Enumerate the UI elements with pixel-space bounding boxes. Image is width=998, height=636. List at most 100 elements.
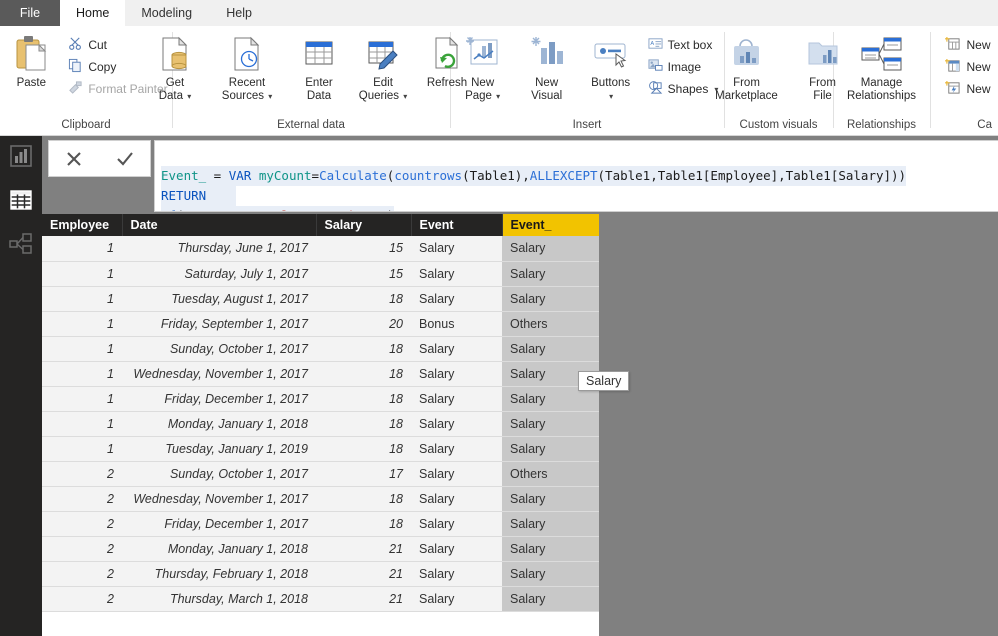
cell-event_[interactable]: Salary bbox=[502, 261, 599, 287]
cell-event[interactable]: Salary bbox=[411, 261, 502, 287]
cell-event_[interactable]: Salary bbox=[502, 511, 599, 537]
tab-home[interactable]: Home bbox=[60, 0, 126, 26]
cell-event[interactable]: Salary bbox=[411, 536, 502, 562]
cell-salary[interactable]: 18 bbox=[316, 486, 411, 512]
sidebar-item-data-view[interactable] bbox=[0, 180, 42, 224]
cell-employee[interactable]: 1 bbox=[42, 386, 122, 412]
recent-sources-button[interactable]: Recent Sources ▾ bbox=[208, 31, 286, 103]
cell-date[interactable]: Friday, December 1, 2017 bbox=[122, 386, 316, 412]
cell-employee[interactable]: 1 bbox=[42, 436, 122, 462]
cell-event[interactable]: Salary bbox=[411, 586, 502, 612]
cell-salary[interactable]: 20 bbox=[316, 311, 411, 337]
cell-date[interactable]: Thursday, March 1, 2018 bbox=[122, 586, 316, 612]
cell-event[interactable]: Salary bbox=[411, 386, 502, 412]
cell-event_[interactable]: Salary bbox=[502, 536, 599, 562]
cell-event[interactable]: Salary bbox=[411, 286, 502, 312]
new-measure-button[interactable]: New bbox=[941, 34, 994, 56]
cell-date[interactable]: Wednesday, November 1, 2017 bbox=[122, 361, 316, 387]
cell-event_[interactable]: Salary bbox=[502, 286, 599, 312]
cell-date[interactable]: Sunday, October 1, 2017 bbox=[122, 461, 316, 487]
table-row[interactable]: 2 Sunday, October 1, 2017 17 Salary Others bbox=[42, 461, 599, 487]
get-data-button[interactable]: Get Data ▾ bbox=[144, 31, 206, 103]
cell-salary[interactable]: 18 bbox=[316, 361, 411, 387]
cell-date[interactable]: Monday, January 1, 2018 bbox=[122, 411, 316, 437]
cell-event[interactable]: Salary bbox=[411, 436, 502, 462]
new-column-button[interactable]: New bbox=[941, 56, 994, 78]
cell-employee[interactable]: 1 bbox=[42, 286, 122, 312]
cell-employee[interactable]: 2 bbox=[42, 461, 122, 487]
cell-event_[interactable]: Others bbox=[502, 461, 599, 487]
cell-employee[interactable]: 2 bbox=[42, 536, 122, 562]
cell-event_[interactable]: Salary bbox=[502, 486, 599, 512]
column-header-date[interactable]: Date bbox=[122, 214, 317, 236]
column-header-salary[interactable]: Salary bbox=[316, 214, 412, 236]
dax-formula-editor[interactable]: Event_ = VAR myCount=Calculate(countrows… bbox=[154, 140, 998, 212]
cell-employee[interactable]: 2 bbox=[42, 561, 122, 587]
table-row[interactable]: 1 Sunday, October 1, 2017 18 Salary Salary bbox=[42, 336, 599, 362]
cell-date[interactable]: Monday, January 1, 2018 bbox=[122, 536, 316, 562]
cell-employee[interactable]: 2 bbox=[42, 486, 122, 512]
cell-event_[interactable]: Salary bbox=[502, 436, 599, 462]
column-header-event[interactable]: Event bbox=[411, 214, 503, 236]
sidebar-item-report-view[interactable] bbox=[0, 136, 42, 180]
cell-salary[interactable]: 21 bbox=[316, 561, 411, 587]
table-row[interactable]: 1 Tuesday, January 1, 2019 18 Salary Salary bbox=[42, 436, 599, 462]
cell-date[interactable]: Wednesday, November 1, 2017 bbox=[122, 486, 316, 512]
cell-salary[interactable]: 17 bbox=[316, 461, 411, 487]
cell-date[interactable]: Thursday, February 1, 2018 bbox=[122, 561, 316, 587]
cell-event[interactable]: Salary bbox=[411, 561, 502, 587]
cell-salary[interactable]: 15 bbox=[316, 236, 411, 262]
cell-event[interactable]: Salary bbox=[411, 236, 502, 262]
cell-event[interactable]: Salary bbox=[411, 511, 502, 537]
cell-event_[interactable]: Salary bbox=[502, 586, 599, 612]
data-grid[interactable]: Employee Date Salary Event Event_ 1 Thurs… bbox=[42, 214, 599, 636]
cancel-formula-button[interactable] bbox=[52, 142, 96, 176]
cell-salary[interactable]: 21 bbox=[316, 586, 411, 612]
from-marketplace-button[interactable]: From Marketplace bbox=[704, 31, 790, 103]
cell-salary[interactable]: 18 bbox=[316, 286, 411, 312]
table-row[interactable]: 1 Monday, January 1, 2018 18 Salary Salary bbox=[42, 411, 599, 437]
new-quick-measure-button[interactable]: New bbox=[941, 78, 994, 100]
cell-event[interactable]: Salary bbox=[411, 411, 502, 437]
cell-employee[interactable]: 1 bbox=[42, 261, 122, 287]
cell-salary[interactable]: 15 bbox=[316, 261, 411, 287]
table-row[interactable]: 1 Wednesday, November 1, 2017 18 Salary Sala… bbox=[42, 361, 599, 387]
cell-event[interactable]: Salary bbox=[411, 361, 502, 387]
edit-queries-button[interactable]: Edit Queries ▾ bbox=[352, 31, 414, 103]
cell-employee[interactable]: 2 bbox=[42, 511, 122, 537]
table-row[interactable]: 1 Thursday, June 1, 2017 15 Salary Salary bbox=[42, 236, 599, 262]
cell-employee[interactable]: 1 bbox=[42, 336, 122, 362]
cell-event_[interactable]: Salary bbox=[502, 411, 599, 437]
cell-event[interactable]: Salary bbox=[411, 336, 502, 362]
new-page-button[interactable]: New Page ▾ bbox=[452, 31, 514, 103]
cell-date[interactable]: Friday, December 1, 2017 bbox=[122, 511, 316, 537]
table-row[interactable]: 1 Tuesday, August 1, 2017 18 Salary Salary bbox=[42, 286, 599, 312]
cell-event[interactable]: Bonus bbox=[411, 311, 502, 337]
cell-salary[interactable]: 18 bbox=[316, 436, 411, 462]
cell-employee[interactable]: 1 bbox=[42, 236, 122, 262]
table-row[interactable]: 2 Friday, December 1, 2017 18 Salary Salary bbox=[42, 511, 599, 537]
table-row[interactable]: 2 Monday, January 1, 2018 21 Salary Salary bbox=[42, 536, 599, 562]
cell-salary[interactable]: 21 bbox=[316, 536, 411, 562]
tab-help[interactable]: Help bbox=[208, 0, 270, 26]
cell-employee[interactable]: 1 bbox=[42, 411, 122, 437]
cell-date[interactable]: Sunday, October 1, 2017 bbox=[122, 336, 316, 362]
table-row[interactable]: 2 Thursday, March 1, 2018 21 Salary Salary bbox=[42, 586, 599, 612]
cell-event[interactable]: Salary bbox=[411, 486, 502, 512]
table-row[interactable]: 1 Friday, September 1, 2017 20 Bonus Others bbox=[42, 311, 599, 337]
manage-relationships-button[interactable]: Manage Relationships bbox=[839, 31, 925, 103]
cell-event[interactable]: Salary bbox=[411, 461, 502, 487]
table-row[interactable]: 2 Thursday, February 1, 2018 21 Salary Salar… bbox=[42, 561, 599, 587]
paste-button[interactable]: Paste bbox=[0, 31, 62, 90]
buttons-button[interactable]: Buttons ▾ bbox=[580, 31, 642, 103]
tab-modeling[interactable]: Modeling bbox=[125, 0, 208, 26]
column-header-event-calculated[interactable]: Event_ bbox=[502, 214, 599, 236]
cell-event_[interactable]: Salary bbox=[502, 236, 599, 262]
cell-date[interactable]: Saturday, July 1, 2017 bbox=[122, 261, 316, 287]
cell-date[interactable]: Friday, September 1, 2017 bbox=[122, 311, 316, 337]
sidebar-item-model-view[interactable] bbox=[0, 224, 42, 268]
cell-event_[interactable]: Salary bbox=[502, 336, 599, 362]
cell-event_[interactable]: Salary bbox=[502, 561, 599, 587]
cell-salary[interactable]: 18 bbox=[316, 411, 411, 437]
cell-salary[interactable]: 18 bbox=[316, 386, 411, 412]
